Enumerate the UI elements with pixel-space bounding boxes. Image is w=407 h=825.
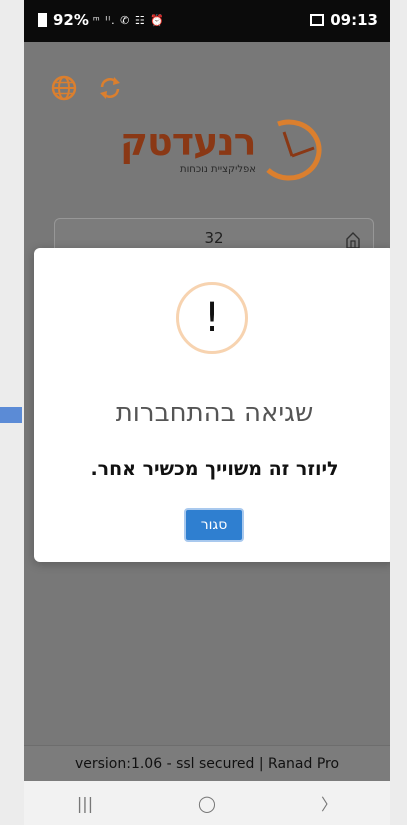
error-dialog: ! שגיאה בהתחברות ליוזר זה משוייך מכשיר א… (34, 248, 390, 562)
status-time: 09:13 (330, 11, 378, 29)
warning-mark: ! (203, 295, 221, 341)
status-right: 09:13 (310, 11, 378, 29)
status-bar: 92% ᵐ ᴵˡ. ✆ ☷ ⏰ 09:13 (24, 0, 390, 42)
back-button[interactable]: 〉 (299, 781, 359, 825)
system-navbar: ||| ◯ 〉 (24, 781, 390, 825)
version-footer: version:1.06 - ssl secured | Ranad Pro (24, 745, 390, 781)
battery-percent: 92% (53, 11, 89, 29)
status-left: 92% ᵐ ᴵˡ. ✆ ☷ ⏰ (38, 11, 165, 29)
battery-icon (38, 13, 47, 27)
gallery-icon (310, 14, 325, 26)
home-button[interactable]: ◯ (177, 781, 237, 825)
phone-screen: 92% ᵐ ᴵˡ. ✆ ☷ ⏰ 09:13 רנעדטק אפליקציית נ… (24, 0, 390, 825)
warning-icon: ! (176, 282, 248, 354)
status-indicators: ᵐ ᴵˡ. ✆ ☷ ⏰ (92, 13, 165, 27)
close-button[interactable]: סגור (184, 508, 244, 542)
recent-apps-button[interactable]: ||| (55, 781, 115, 825)
version-text: version:1.06 - ssl secured | Ranad Pro (74, 755, 340, 772)
dialog-message: ליוזר זה משוייך מכשיר אחר. (90, 458, 339, 480)
left-accent-bar (0, 407, 22, 423)
dialog-title: שגיאה בהתחברות (115, 398, 314, 428)
